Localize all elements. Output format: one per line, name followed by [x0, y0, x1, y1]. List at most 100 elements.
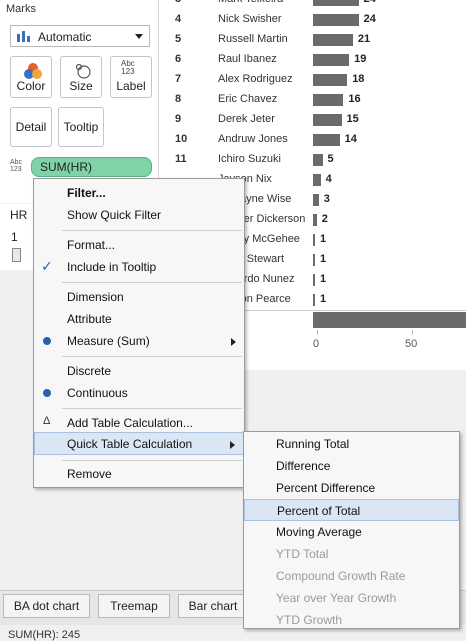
tab-treemap[interactable]: Treemap: [98, 594, 170, 618]
tab-ba-dot-chart[interactable]: BA dot chart: [3, 594, 90, 618]
hr-value-label: 19: [354, 53, 367, 65]
submenu-item-ytd-total: YTD Total: [244, 543, 459, 565]
submenu-item-moving-average[interactable]: Moving Average: [244, 521, 459, 543]
tab-bar-chart[interactable]: Bar chart: [178, 594, 248, 618]
player-name: Eric Chavez: [218, 93, 278, 105]
submenu-item-label: Year over Year Growth: [276, 591, 397, 605]
hr-bar[interactable]: [313, 254, 315, 266]
hr-bar[interactable]: [313, 174, 321, 186]
hr-value-label: 1: [320, 253, 327, 265]
player-row[interactable]: 11 Ichiro Suzuki 5: [170, 150, 466, 170]
hr-bar[interactable]: [313, 34, 353, 46]
menu-item-filter[interactable]: Filter...: [34, 182, 244, 204]
marks-card: Marks Automatic Color Size Abc 123 Label …: [0, 0, 159, 203]
player-row[interactable]: 4 Nick Swisher 24: [170, 10, 466, 30]
submenu-item-label: Moving Average: [276, 525, 362, 539]
hr-legend-title: HR: [10, 208, 28, 222]
player-name: Raul Ibanez: [218, 53, 277, 65]
player-rank: 9: [175, 113, 182, 125]
menu-separator: [62, 282, 242, 283]
hr-bar[interactable]: [313, 14, 359, 26]
player-name: Russell Martin: [218, 33, 288, 45]
mark-type-dropdown[interactable]: Automatic: [10, 25, 150, 47]
delta-icon: Δ: [43, 415, 51, 427]
tooltip-button-label: Tooltip: [63, 120, 99, 134]
hr-bar[interactable]: [313, 234, 315, 246]
hr-bar[interactable]: [313, 194, 319, 206]
menu-item-remove[interactable]: Remove: [34, 463, 244, 485]
label-button[interactable]: Abc 123 Label: [110, 56, 152, 98]
player-row[interactable]: 3 Mark Teixeira 24: [170, 0, 466, 10]
player-name: Nick Swisher: [218, 13, 282, 25]
player-row[interactable]: 10 Andruw Jones 14: [170, 130, 466, 150]
menu-separator: [62, 356, 242, 357]
axis-tick-mark-0: [317, 330, 318, 335]
menu-item-measure-sum[interactable]: Measure (Sum): [34, 330, 244, 352]
menu-separator: [62, 230, 242, 231]
hr-bar[interactable]: [313, 0, 359, 6]
label-icon: Abc 123: [121, 59, 135, 76]
hr-value-label: 3: [323, 193, 330, 205]
tab-label: BA dot chart: [13, 599, 80, 613]
submenu-item-percent-of-total[interactable]: Percent of Total: [244, 499, 459, 521]
hr-bar[interactable]: [313, 214, 317, 226]
submenu-item-label: Percent Difference: [276, 481, 376, 495]
player-name: Ichiro Suzuki: [218, 153, 281, 165]
hr-value-label: 24: [363, 13, 376, 25]
player-row[interactable]: 6 Raul Ibanez 19: [170, 50, 466, 70]
size-button-label: Size: [69, 79, 93, 93]
player-rank: 6: [175, 53, 182, 65]
sum-hr-pill-label: SUM(HR): [40, 160, 92, 174]
menu-item-label: Filter...: [67, 186, 106, 200]
menu-item-label: Quick Table Calculation: [67, 437, 193, 451]
hr-bar[interactable]: [313, 74, 348, 86]
hr-value-label: 2: [321, 213, 328, 225]
hr-slider-handle[interactable]: [12, 248, 21, 262]
hr-value-label: 1: [320, 273, 327, 285]
menu-item-attribute[interactable]: Attribute: [34, 308, 244, 330]
menu-item-label: Remove: [67, 467, 112, 481]
tooltip-button[interactable]: Tooltip: [58, 107, 104, 147]
player-rank: 8: [175, 93, 182, 105]
player-name: Andruw Jones: [218, 133, 288, 145]
submenu-item-difference[interactable]: Difference: [244, 455, 459, 477]
sum-hr-pill[interactable]: SUM(HR): [31, 157, 152, 177]
player-rank: 3: [175, 0, 181, 5]
radio-selected-icon: [43, 337, 51, 345]
submenu-item-running-total[interactable]: Running Total: [244, 433, 459, 455]
player-name: Mark Teixeira: [218, 0, 283, 5]
menu-item-format[interactable]: Format...: [34, 234, 244, 256]
menu-item-label: Continuous: [67, 386, 128, 400]
menu-item-show-quick-filter[interactable]: Show Quick Filter: [34, 204, 244, 226]
menu-item-include-in-tooltip[interactable]: ✓ Include in Tooltip: [34, 256, 244, 278]
menu-item-discrete[interactable]: Discrete: [34, 360, 244, 382]
hr-bar[interactable]: [313, 94, 344, 106]
hr-value-label: 21: [357, 33, 371, 45]
player-rank: 5: [175, 33, 182, 45]
detail-button[interactable]: Detail: [10, 107, 52, 147]
color-button[interactable]: Color: [10, 56, 52, 98]
hr-bar[interactable]: [313, 134, 340, 146]
menu-item-dimension[interactable]: Dimension: [34, 286, 244, 308]
menu-item-quick-table-calculation[interactable]: Quick Table Calculation: [34, 432, 244, 455]
menu-item-label: Discrete: [67, 364, 112, 378]
hr-bar[interactable]: [313, 294, 315, 306]
hr-bar[interactable]: [313, 274, 315, 286]
player-row[interactable]: 5 Russell Martin 21: [170, 30, 466, 50]
label-type-icon: Abc 123: [10, 159, 23, 173]
detail-button-label: Detail: [15, 120, 47, 134]
size-button[interactable]: Size: [60, 56, 102, 98]
player-rank: 4: [175, 13, 182, 25]
menu-item-continuous[interactable]: Continuous: [34, 382, 244, 404]
submenu-arrow-icon: [231, 338, 236, 346]
player-row[interactable]: 9 Derek Jeter 15: [170, 110, 466, 130]
submenu-item-ytd-growth: YTD Growth: [244, 609, 459, 631]
hr-bar[interactable]: [313, 114, 342, 126]
submenu-item-percent-difference[interactable]: Percent Difference: [244, 477, 459, 499]
menu-item-add-table-calculation[interactable]: Δ Add Table Calculation...: [34, 412, 244, 434]
submenu-item-label: Percent of Total: [277, 504, 361, 518]
hr-bar[interactable]: [313, 154, 323, 166]
hr-bar[interactable]: [313, 54, 350, 66]
player-row[interactable]: 7 Alex Rodriguez 18: [170, 70, 466, 90]
player-row[interactable]: 8 Eric Chavez 16: [170, 90, 466, 110]
